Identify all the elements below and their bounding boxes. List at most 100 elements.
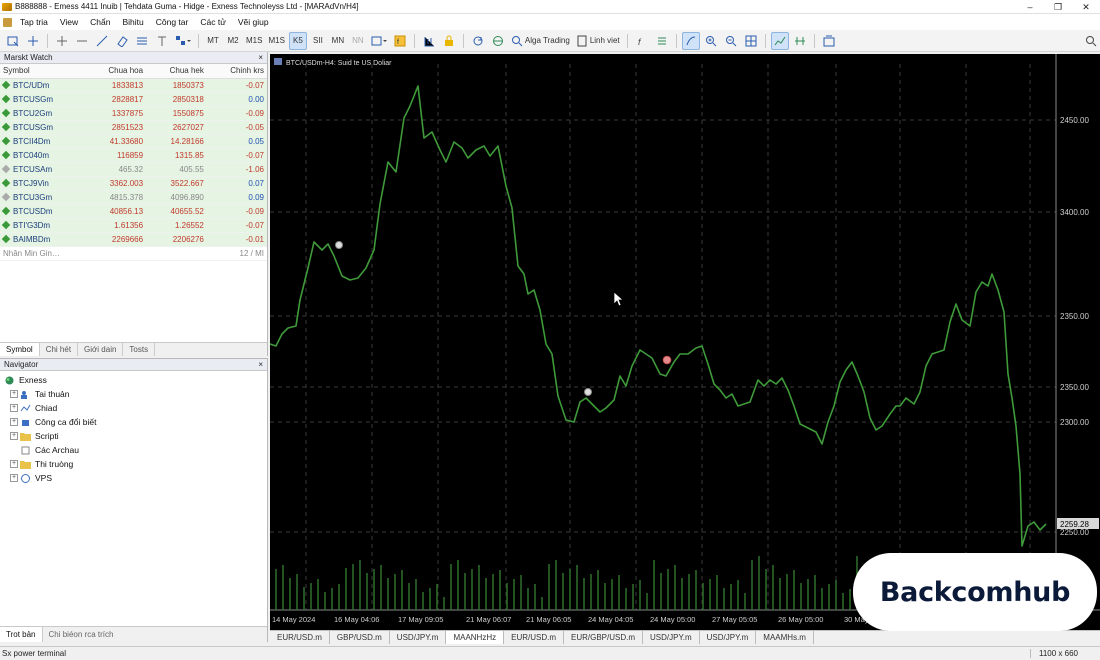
channel-icon[interactable] — [133, 32, 151, 50]
new-chart-icon[interactable] — [4, 32, 22, 50]
expand-icon[interactable]: + — [10, 390, 18, 398]
tab-details[interactable]: Chi hét — [40, 343, 79, 356]
chart-tab[interactable]: USD/JPY.m — [700, 631, 757, 644]
candle-chart-icon[interactable] — [791, 32, 809, 50]
chart-window[interactable]: 2450.00 3400.00 2350.00 2350.00 2300.00 2250.… — [269, 54, 1100, 630]
minimize-button[interactable]: – — [1016, 0, 1044, 14]
menu-window[interactable]: Các tử — [194, 17, 232, 27]
chart-tab[interactable]: USD/JPY.m — [643, 631, 700, 644]
close-window-button[interactable]: ✕ — [1072, 0, 1100, 14]
restore-button[interactable]: ❐ — [1044, 0, 1072, 14]
nav-item-expert-advisors[interactable]: + Công ca đổi biết — [4, 415, 267, 429]
nav-item-market[interactable]: + Thi truòng — [4, 457, 267, 471]
trade-marker[interactable] — [335, 241, 343, 249]
market-watch-row[interactable]: BTC/UDm 1833813 1850373 -0.07 — [0, 78, 267, 93]
market-watch-row[interactable]: BTCJ9Vin 3362.003 3522.667 0.07 — [0, 176, 267, 191]
horizontal-line-icon[interactable] — [73, 32, 91, 50]
function-icon[interactable]: f — [633, 32, 651, 50]
chart-tab[interactable]: EUR/USD.m — [270, 631, 330, 644]
crosshair-icon[interactable] — [24, 32, 42, 50]
expand-icon[interactable]: + — [10, 474, 18, 482]
tab-favorites[interactable]: Chi biéon rca trích — [43, 627, 120, 642]
market-watch-row[interactable]: BTCII4Dm 41.33680 14.28166 0.05 — [0, 134, 267, 149]
market-watch-row[interactable]: BTI'G3Dm 1.61356 1.26552 -0.07 — [0, 218, 267, 233]
tab-trading[interactable]: Giới dain — [78, 343, 124, 356]
market-watch-row[interactable]: BTCUSGm 2828817 2850318 0.00 — [0, 92, 267, 107]
expand-icon[interactable]: + — [10, 404, 18, 412]
line-chart-icon[interactable] — [770, 31, 789, 50]
timeframe-nn[interactable]: NN — [349, 32, 367, 50]
add-symbol-row[interactable]: Nhân Min Gin… 12 / MI — [0, 246, 267, 261]
menu-view[interactable]: View — [54, 17, 84, 27]
timeframe-k5[interactable]: K5 — [288, 31, 307, 50]
eraser-icon[interactable] — [113, 32, 131, 50]
timeframe-m15b[interactable]: M1S — [266, 32, 286, 50]
tab-common[interactable]: Trot bản — [0, 627, 43, 642]
template-icon[interactable] — [369, 32, 389, 50]
search-icon[interactable] — [1082, 32, 1100, 50]
column-bid[interactable]: Chua hoa — [84, 64, 147, 79]
timeframe-m2[interactable]: M2 — [224, 32, 242, 50]
menu-tools[interactable]: Công tar — [150, 17, 195, 27]
lock-icon[interactable] — [440, 32, 458, 50]
market-watch-row[interactable]: BTC040m 116859 1315.85 -0.07 — [0, 148, 267, 163]
market-watch-row[interactable]: BTCU3Gm 4815.378 4096.890 0.09 — [0, 190, 267, 205]
expand-icon[interactable]: + — [10, 418, 18, 426]
timeframe-mt[interactable]: MT — [204, 32, 222, 50]
chart-tab[interactable]: EUR/GBP/USD.m — [564, 631, 644, 644]
nav-item-services[interactable]: Các Archau — [4, 443, 267, 457]
vertical-line-icon[interactable] — [53, 32, 71, 50]
expand-icon[interactable]: + — [10, 432, 18, 440]
price-chart[interactable]: 2450.00 3400.00 2350.00 2350.00 2300.00 2250.… — [269, 54, 1100, 630]
nav-item-indicators[interactable]: + Chiad — [4, 401, 267, 415]
bar-chart-icon[interactable] — [420, 32, 438, 50]
chart-tab[interactable]: EUR/USD.m — [504, 631, 564, 644]
menu-file[interactable]: Tap tria — [14, 17, 54, 27]
timeframe-m15[interactable]: M1S — [244, 32, 264, 50]
nav-root-exness[interactable]: Exness — [4, 373, 267, 387]
nav-item-accounts[interactable]: + Tai thuản — [4, 387, 267, 401]
menu-insert[interactable]: Chẩn — [84, 17, 116, 27]
zoom-out-icon[interactable] — [722, 32, 740, 50]
column-change[interactable]: Chinh krs — [206, 64, 267, 79]
list-icon[interactable] — [653, 32, 671, 50]
indicator-icon[interactable]: f — [391, 32, 409, 50]
column-ask[interactable]: Chua hek — [146, 64, 207, 79]
menu-charts[interactable]: Bihitu — [116, 17, 149, 27]
column-symbol[interactable]: Symbol — [0, 64, 85, 79]
cursor-mode-icon[interactable] — [681, 31, 700, 50]
market-watch-row[interactable]: BAIMBDm 2269666 2206276 -0.01 — [0, 232, 267, 247]
chart-tab[interactable]: USD/JPY.m — [390, 631, 447, 644]
timeframe-sii[interactable]: SII — [309, 32, 327, 50]
new-order-button[interactable]: Linh viet — [574, 32, 622, 50]
algo-trading-button[interactable]: Alga Trading — [509, 32, 572, 50]
market-watch-row[interactable]: ETCUSAm 465.32 405.55 -1.06 — [0, 162, 267, 177]
trade-marker[interactable] — [662, 355, 672, 365]
tab-ticks[interactable]: Tosts — [123, 343, 156, 356]
zoom-in-icon[interactable] — [702, 32, 720, 50]
menu-help[interactable]: Vẽi giup — [232, 17, 275, 27]
nav-item-vps[interactable]: + VPS — [4, 471, 267, 485]
chart-tab[interactable]: GBP/USD.m — [330, 631, 390, 644]
market-watch-row[interactable]: BTCUSGm 2851523 2627027 -0.05 — [0, 120, 267, 135]
tab-symbol[interactable]: Symbol — [0, 343, 40, 356]
trendline-icon[interactable] — [93, 32, 111, 50]
market-watch-row[interactable]: BTCUSDm 40856.13 40655.52 -0.09 — [0, 204, 267, 219]
shapes-menu-icon[interactable] — [173, 32, 193, 50]
chart-properties-icon[interactable] — [820, 32, 838, 50]
navigator-close-button[interactable]: × — [258, 360, 263, 369]
trade-marker[interactable] — [584, 388, 592, 396]
chart-tab[interactable]: MAAMHs.m — [756, 631, 814, 644]
market-watch-close-button[interactable]: × — [258, 53, 263, 62]
text-tool-icon[interactable] — [153, 32, 171, 50]
expand-icon[interactable]: + — [10, 460, 18, 468]
tile-windows-icon[interactable] — [742, 32, 760, 50]
nav-item-scripts[interactable]: + Scripti — [4, 429, 267, 443]
chart-tab[interactable]: MAANHzHz — [446, 631, 505, 644]
status-bar: Sx power terminal 1100 x 660 — [0, 646, 1100, 660]
timeframe-mn[interactable]: MN — [329, 32, 347, 50]
globe-icon[interactable] — [489, 32, 507, 50]
symbol-label: BTCUSDm — [13, 206, 53, 216]
market-watch-row[interactable]: BTCU2Gm 1337875 1550875 -0.09 — [0, 106, 267, 121]
refresh-icon[interactable] — [469, 32, 487, 50]
